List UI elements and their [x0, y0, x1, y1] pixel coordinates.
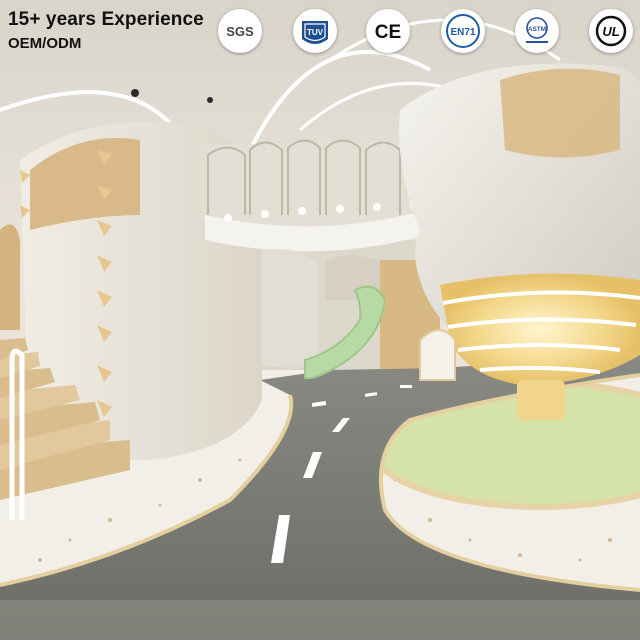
astm-logo-text: ASTM — [528, 26, 546, 33]
en71-logo-icon: EN71 — [442, 10, 484, 52]
tuv-logo-text: TUV — [307, 28, 324, 37]
ce-badge: CE — [366, 9, 410, 53]
en71-badge: EN71 — [441, 9, 485, 53]
sgs-logo-text: SGS — [226, 24, 254, 39]
lantern-stem — [517, 380, 565, 420]
tuv-badge: TUV — [293, 9, 337, 53]
ul-logo-text: UL — [602, 24, 619, 39]
tuv-logo-icon: TUV — [294, 10, 336, 52]
ceiling-light — [131, 89, 139, 97]
middle-tower — [262, 249, 318, 367]
bridge — [200, 140, 420, 227]
astm-badge: ASTM — [515, 9, 559, 53]
astm-logo-icon: ASTM — [516, 10, 558, 52]
subline-text: OEM/ODM — [8, 35, 82, 52]
left-tower-arch — [0, 224, 20, 330]
ul-logo-icon: UL — [590, 10, 632, 52]
right-arch — [419, 329, 456, 381]
ce-mark-text: CE — [375, 22, 401, 43]
ceiling-light — [207, 97, 213, 103]
headline-text: 15+ years Experience — [8, 9, 204, 30]
playground-interior-scene — [0, 0, 640, 640]
sgs-badge: SGS — [218, 9, 262, 53]
sgs-logo-icon: SGS — [219, 10, 261, 52]
ul-badge: UL — [589, 9, 633, 53]
ce-mark-icon: CE — [367, 10, 409, 52]
dome-opening — [500, 68, 620, 158]
en71-logo-text: EN71 — [450, 27, 475, 38]
bottom-floor-edge — [0, 600, 640, 640]
